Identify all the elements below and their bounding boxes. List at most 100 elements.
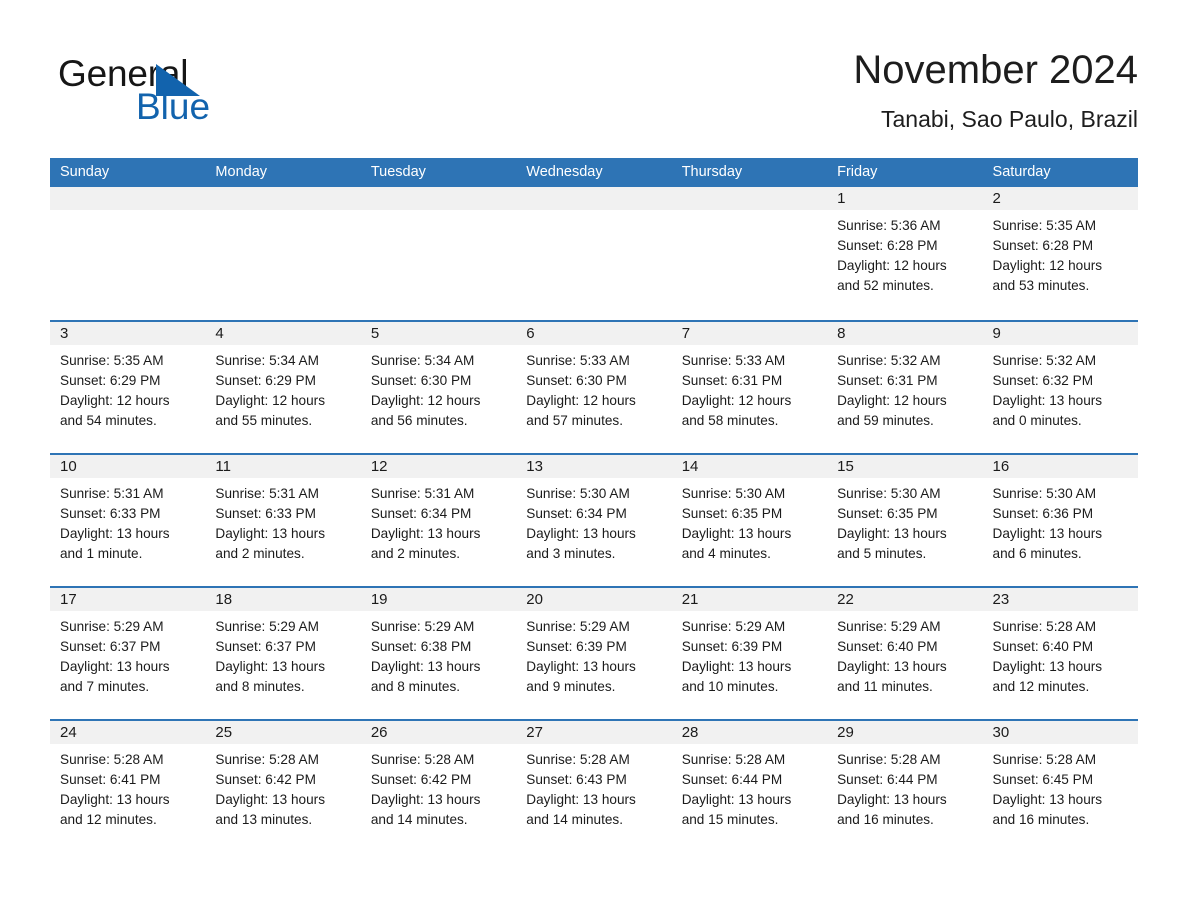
day-cell[interactable]: 13 Sunrise: 5:30 AM Sunset: 6:34 PM Dayligh… (516, 455, 672, 586)
day-number-band: 12 (360, 455, 517, 478)
day-detail-line: Sunset: 6:34 PM (370, 506, 472, 521)
day-detail-line: Sunrise: 5:30 AM (837, 486, 941, 501)
day-cell[interactable]: 17 Sunrise: 5:29 AM Sunset: 6:37 PM Dayligh… (50, 588, 206, 719)
day-details: Sunrise: 5:35 AM Sunset: 6:29 PM Daylight:… (50, 345, 205, 431)
day-cell[interactable]: 7 Sunrise: 5:33 AM Sunset: 6:31 PM Daylight… (671, 322, 828, 453)
day-detail-line: Sunset: 6:34 PM (526, 506, 627, 521)
day-cell[interactable]: 9 Sunrise: 5:32 AM Sunset: 6:32 PM Daylight… (982, 322, 1138, 453)
day-cell[interactable]: 16 Sunrise: 5:30 AM Sunset: 6:36 PM Dayligh… (982, 455, 1138, 586)
day-number-band: 1 (827, 187, 983, 210)
day-detail-line: and 54 minutes. (60, 413, 157, 428)
day-number: 1 (837, 190, 846, 207)
day-cell[interactable]: 14 Sunrise: 5:30 AM Sunset: 6:35 PM Dayligh… (671, 455, 828, 586)
weekday-header-thursday: Thursday (681, 164, 743, 180)
general-blue-logo[interactable]: General Blue (58, 52, 318, 128)
day-number-band: 22 (827, 588, 983, 611)
day-detail-line: Daylight: 12 hours (681, 393, 792, 408)
day-number-band: 20 (516, 588, 672, 611)
day-detail-line: Daylight: 12 hours (215, 393, 325, 408)
day-number-band: 18 (205, 588, 361, 611)
day-detail-line: Sunset: 6:36 PM (992, 506, 1094, 521)
day-number-band: 29 (827, 721, 983, 744)
day-cell[interactable]: 19 Sunrise: 5:29 AM Sunset: 6:38 PM Dayligh… (360, 588, 517, 719)
day-detail-line: Daylight: 13 hours (215, 659, 325, 674)
day-number-band: 9 (982, 322, 1138, 345)
day-number: 28 (681, 724, 699, 741)
calendar-weeks: 1 Sunrise: 5:36 AM Sunset: 6:28 PM Daylight… (50, 187, 1138, 852)
day-number: 4 (215, 325, 224, 342)
day-detail-line: Sunrise: 5:29 AM (526, 619, 630, 634)
day-detail-line: Sunset: 6:37 PM (60, 639, 161, 654)
day-cell[interactable]: 3 Sunrise: 5:35 AM Sunset: 6:29 PM Daylight… (50, 322, 206, 453)
day-number-band: 24 (50, 721, 206, 744)
day-cell[interactable]: 5 Sunrise: 5:34 AM Sunset: 6:30 PM Daylight… (360, 322, 517, 453)
day-detail-line: Daylight: 12 hours (526, 393, 636, 408)
day-number: 5 (370, 325, 380, 342)
day-detail-line: Daylight: 13 hours (681, 526, 792, 541)
calendar-week-row: 3 Sunrise: 5:35 AM Sunset: 6:29 PM Daylight… (50, 320, 1138, 453)
day-detail-line: and 10 minutes. (681, 679, 779, 694)
day-cell[interactable]: 8 Sunrise: 5:32 AM Sunset: 6:31 PM Daylight… (827, 322, 983, 453)
calendar-week-row: 10 Sunrise: 5:31 AM Sunset: 6:33 PM Dayligh… (50, 453, 1138, 586)
day-number: 24 (60, 724, 77, 741)
day-cell[interactable]: 23 Sunrise: 5:28 AM Sunset: 6:40 PM Dayligh… (982, 588, 1138, 719)
day-detail-line: Daylight: 13 hours (60, 659, 170, 674)
day-detail-line: and 5 minutes. (837, 546, 927, 561)
day-cell[interactable]: 11 Sunrise: 5:31 AM Sunset: 6:33 PM Dayligh… (205, 455, 361, 586)
day-cell[interactable]: 22 Sunrise: 5:29 AM Sunset: 6:40 PM Dayligh… (827, 588, 983, 719)
day-cell[interactable]: 12 Sunrise: 5:31 AM Sunset: 6:34 PM Dayligh… (360, 455, 517, 586)
day-detail-line: Sunrise: 5:28 AM (992, 752, 1097, 767)
day-cell[interactable]: 25 Sunrise: 5:28 AM Sunset: 6:42 PM Dayligh… (205, 721, 361, 852)
day-detail-line: Daylight: 13 hours (370, 792, 481, 807)
day-number: 14 (681, 458, 699, 475)
day-number-band (205, 187, 361, 210)
day-detail-line: Sunset: 6:45 PM (992, 772, 1094, 787)
day-detail-line: Sunset: 6:31 PM (681, 373, 783, 388)
day-number-band: 28 (671, 721, 828, 744)
day-detail-line: Sunset: 6:40 PM (992, 639, 1094, 654)
day-details: Sunrise: 5:34 AM Sunset: 6:30 PM Daylight:… (361, 345, 516, 431)
day-number: 12 (370, 458, 388, 475)
day-cell[interactable]: 26 Sunrise: 5:28 AM Sunset: 6:42 PM Dayligh… (360, 721, 517, 852)
day-cell[interactable]: 2 Sunrise: 5:35 AM Sunset: 6:28 PM Daylight… (982, 187, 1138, 320)
day-detail-line: Daylight: 12 hours (370, 393, 481, 408)
day-cell[interactable]: 6 Sunrise: 5:33 AM Sunset: 6:30 PM Daylight… (516, 322, 672, 453)
day-detail-line: Daylight: 13 hours (837, 792, 947, 807)
day-cell[interactable]: 21 Sunrise: 5:29 AM Sunset: 6:39 PM Dayligh… (671, 588, 828, 719)
day-number-band (50, 187, 206, 210)
day-cell[interactable]: 30 Sunrise: 5:28 AM Sunset: 6:45 PM Dayligh… (982, 721, 1138, 852)
day-cell[interactable]: 29 Sunrise: 5:28 AM Sunset: 6:44 PM Dayligh… (827, 721, 983, 852)
day-detail-line: Sunset: 6:37 PM (215, 639, 316, 654)
day-cell[interactable]: 1 Sunrise: 5:36 AM Sunset: 6:28 PM Daylight… (827, 187, 983, 320)
day-detail-line: Sunset: 6:43 PM (526, 772, 627, 787)
day-cell[interactable]: 18 Sunrise: 5:29 AM Sunset: 6:37 PM Dayligh… (205, 588, 361, 719)
day-detail-line: and 0 minutes. (992, 413, 1082, 428)
day-detail-line: and 2 minutes. (215, 546, 305, 561)
day-number-band: 10 (50, 455, 206, 478)
day-detail-line: Daylight: 13 hours (837, 526, 947, 541)
day-number: 6 (526, 325, 535, 342)
day-detail-line: Sunset: 6:33 PM (60, 506, 161, 521)
day-detail-line: Sunrise: 5:29 AM (837, 619, 941, 634)
day-detail-line: Daylight: 13 hours (992, 792, 1103, 807)
day-number-band: 19 (360, 588, 517, 611)
day-cell[interactable]: 20 Sunrise: 5:29 AM Sunset: 6:39 PM Dayligh… (516, 588, 672, 719)
day-details: Sunrise: 5:32 AM Sunset: 6:32 PM Daylight:… (983, 345, 1138, 431)
day-cell[interactable]: 10 Sunrise: 5:31 AM Sunset: 6:33 PM Dayligh… (50, 455, 206, 586)
day-detail-line: Daylight: 13 hours (60, 792, 170, 807)
day-cell[interactable]: 15 Sunrise: 5:30 AM Sunset: 6:35 PM Dayligh… (827, 455, 983, 586)
day-cell[interactable]: 24 Sunrise: 5:28 AM Sunset: 6:41 PM Dayligh… (50, 721, 206, 852)
day-number-band (671, 187, 828, 210)
day-cell[interactable]: 28 Sunrise: 5:28 AM Sunset: 6:44 PM Dayligh… (671, 721, 828, 852)
day-details: Sunrise: 5:28 AM Sunset: 6:41 PM Daylight:… (50, 744, 205, 830)
day-number: 22 (837, 591, 854, 608)
day-cell[interactable]: 27 Sunrise: 5:28 AM Sunset: 6:43 PM Dayligh… (516, 721, 672, 852)
day-detail-line: Daylight: 13 hours (526, 526, 636, 541)
day-details: Sunrise: 5:32 AM Sunset: 6:31 PM Daylight:… (827, 345, 982, 431)
day-details: Sunrise: 5:33 AM Sunset: 6:30 PM Daylight:… (516, 345, 671, 431)
day-detail-line: Daylight: 13 hours (837, 659, 947, 674)
day-cell[interactable]: 4 Sunrise: 5:34 AM Sunset: 6:29 PM Daylight… (205, 322, 361, 453)
day-number: 18 (215, 591, 233, 608)
day-detail-line: Daylight: 13 hours (681, 659, 792, 674)
day-details: Sunrise: 5:28 AM Sunset: 6:43 PM Daylight:… (516, 744, 671, 830)
